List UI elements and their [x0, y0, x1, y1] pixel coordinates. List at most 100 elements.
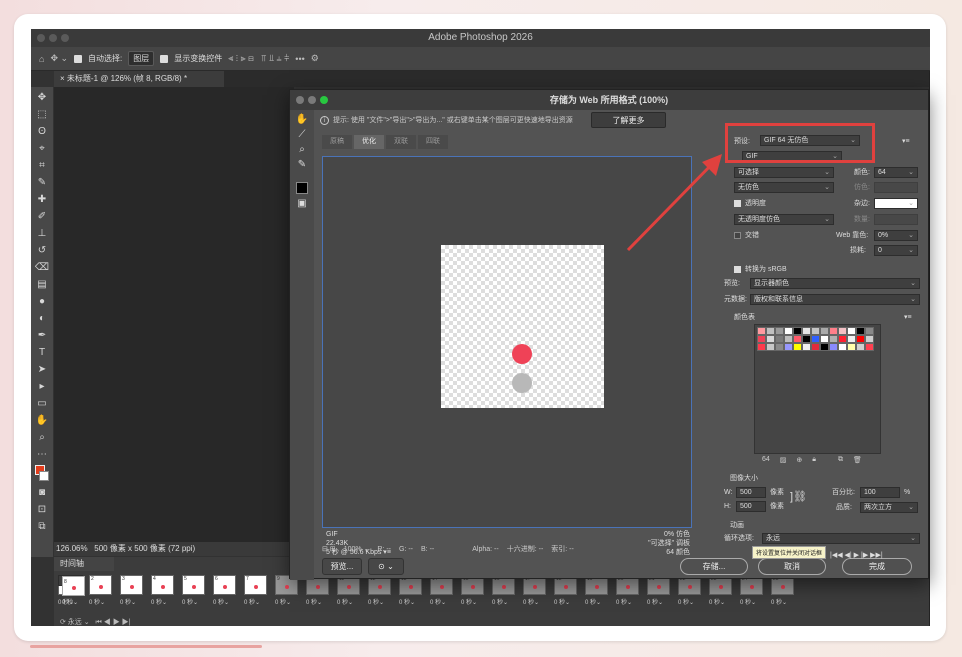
color-swatch[interactable] — [865, 343, 874, 351]
interlace-checkbox[interactable]: 交错 — [734, 230, 759, 241]
color-table-menu-icon[interactable]: ▾≡ — [904, 312, 912, 323]
frame-delay[interactable]: 0 秒⌄ — [430, 597, 455, 606]
timeline-frame[interactable]: 2 0 秒⌄ — [89, 575, 114, 607]
timeline-frame[interactable]: 24 0 秒⌄ — [740, 575, 765, 607]
timeline-frame[interactable]: 20 0 秒⌄ — [616, 575, 641, 607]
quick-select-icon[interactable]: ⌖ — [39, 142, 45, 156]
timeline-frame[interactable]: 18 0 秒⌄ — [554, 575, 579, 607]
timeline-frame[interactable]: 22 0 秒⌄ — [678, 575, 703, 607]
stamp-tool-icon[interactable]: ⊥ — [38, 227, 47, 241]
color-swatch[interactable] — [865, 327, 874, 335]
browser-preview-button[interactable]: ⊙ ⌄ — [368, 558, 404, 575]
pen-tool-icon[interactable]: ✒ — [38, 329, 46, 343]
color-swatch[interactable] — [829, 335, 838, 343]
timeline-frame[interactable]: 16 0 秒⌄ — [492, 575, 517, 607]
frame-delay[interactable]: 0 秒⌄ — [771, 597, 796, 606]
color-swatch[interactable] — [838, 343, 847, 351]
learn-more-button[interactable]: 了解更多 — [591, 112, 666, 128]
marquee-tool-icon[interactable]: ⬚ — [37, 108, 46, 122]
brush-tool-icon[interactable]: ✐ — [38, 210, 46, 224]
frame-delay[interactable]: 0 秒⌄ — [213, 597, 238, 606]
color-swatch[interactable] — [757, 327, 766, 335]
tab-optimized[interactable]: 优化 — [354, 135, 384, 149]
matte-swatch[interactable]: ⌄ — [874, 198, 918, 209]
dialog-min-light[interactable] — [308, 96, 316, 104]
history-brush-icon[interactable]: ↺ — [38, 244, 46, 258]
web-snap-input[interactable]: 0% ⌄ — [874, 230, 918, 241]
timeline-frame[interactable]: 25 0 秒⌄ — [771, 575, 796, 607]
more-tools-icon[interactable]: ⋯ — [37, 448, 47, 462]
frame-delay[interactable]: 0 秒⌄ — [120, 597, 145, 606]
timeline-frame[interactable]: 23 0 秒⌄ — [709, 575, 734, 607]
timeline-frame[interactable]: 21 0 秒⌄ — [647, 575, 672, 607]
zoom-light[interactable] — [61, 34, 69, 42]
frame-delay[interactable]: 0 秒⌄ — [275, 597, 300, 606]
hand-icon[interactable]: ✋ — [296, 114, 308, 125]
loop-select[interactable]: ⟳ 永远 ⌄ — [60, 619, 90, 626]
close-light[interactable] — [37, 34, 45, 42]
color-swatch[interactable] — [793, 343, 802, 351]
color-swatch[interactable] — [802, 327, 811, 335]
timeline-frame[interactable]: 17 0 秒⌄ — [523, 575, 548, 607]
move-tool-icon[interactable]: ✥ — [38, 91, 46, 105]
frame-delay[interactable]: 0 秒⌄ — [399, 597, 424, 606]
color-swatch[interactable] — [847, 343, 856, 351]
metadata-dropdown[interactable]: 版权和联系信息 ⌄ — [750, 294, 920, 305]
color-swatch[interactable] — [811, 335, 820, 343]
color-swatch[interactable] — [766, 327, 775, 335]
timeline-frame[interactable]: 7 0 秒⌄ — [244, 575, 269, 607]
frame-delay[interactable]: 0 秒⌄ — [709, 597, 734, 606]
artboard-icon[interactable]: ⧉ — [38, 520, 45, 534]
timeline-frame[interactable]: 8 0 秒⌄ — [58, 575, 85, 606]
first-frame-icon[interactable]: ⏮ — [95, 619, 101, 626]
timeline-frame[interactable]: 13 0 秒⌄ — [399, 575, 424, 607]
slice-select-icon[interactable]: ⟋ — [299, 129, 306, 140]
percent-input[interactable]: 100 — [860, 487, 900, 498]
frame-delay[interactable]: 0 秒⌄ — [306, 597, 331, 606]
color-swatch[interactable] — [838, 335, 847, 343]
timeline-frame[interactable]: 11 0 秒⌄ — [337, 575, 362, 607]
timeline-frame[interactable]: 15 0 秒⌄ — [461, 575, 486, 607]
height-input[interactable]: 500 — [736, 501, 766, 512]
dodge-tool-icon[interactable]: ◐ — [39, 312, 45, 326]
frame-delay[interactable]: 0 秒⌄ — [585, 597, 610, 606]
show-transform-checkbox[interactable] — [160, 54, 169, 63]
zoom-icon[interactable]: ⌕ — [299, 144, 305, 155]
direct-select-icon[interactable]: ▸ — [39, 380, 44, 394]
toggle-slices-icon[interactable]: ▣ — [297, 198, 306, 209]
align-icons[interactable]: ⫷ ⫶ ⫸ ⊟ ⫪ ⫫ ⫨ ⫩ — [228, 53, 289, 64]
color-swatch[interactable] — [802, 343, 811, 351]
color-swatches-icon[interactable] — [35, 465, 49, 483]
preview-dropdown[interactable]: 显示器颜色 ⌄ — [750, 278, 920, 289]
colors-input[interactable]: 64 ⌄ — [874, 167, 918, 178]
web-shift-icon[interactable]: ⊕ — [796, 456, 802, 464]
gear-icon[interactable]: ⚙ — [311, 53, 319, 64]
frame-delay[interactable]: 0 秒⌄ — [461, 597, 486, 606]
color-swatch[interactable] — [757, 343, 766, 351]
color-swatch[interactable] — [820, 335, 829, 343]
color-swatch[interactable] — [811, 343, 820, 351]
color-swatch[interactable] — [775, 327, 784, 335]
lasso-tool-icon[interactable]: ʘ — [38, 125, 46, 139]
loop-options-dropdown[interactable]: 永远 ⌄ — [762, 533, 920, 544]
quick-mask-icon[interactable]: ◙ — [39, 486, 45, 500]
path-select-icon[interactable]: ➤ — [38, 363, 46, 377]
type-tool-icon[interactable]: T — [39, 346, 45, 360]
frame-delay[interactable]: 0 秒⌄ — [616, 597, 641, 606]
width-input[interactable]: 500 — [736, 487, 766, 498]
zoom-out-icon[interactable]: ⊟ ⊞ — [322, 545, 336, 553]
hand-tool-icon[interactable]: ✋ — [36, 414, 48, 428]
tab-4up[interactable]: 四联 — [418, 135, 448, 149]
color-swatch[interactable] — [775, 335, 784, 343]
next-frame-icon[interactable]: ▶| — [122, 619, 131, 626]
frame-delay[interactable]: 0 秒⌄ — [151, 597, 176, 606]
color-swatch[interactable] — [784, 327, 793, 335]
document-tab[interactable]: × 未标题-1 @ 126% (帧 8, RGB/8) * — [54, 71, 224, 87]
timeline-frame[interactable]: 5 0 秒⌄ — [182, 575, 207, 607]
timeline-frame[interactable]: 4 0 秒⌄ — [151, 575, 176, 607]
healing-tool-icon[interactable]: ✚ — [38, 193, 46, 207]
color-swatch[interactable] — [793, 327, 802, 335]
color-swatch[interactable] — [820, 327, 829, 335]
blur-tool-icon[interactable]: ● — [39, 295, 45, 309]
frame-delay[interactable]: 0 秒⌄ — [647, 597, 672, 606]
